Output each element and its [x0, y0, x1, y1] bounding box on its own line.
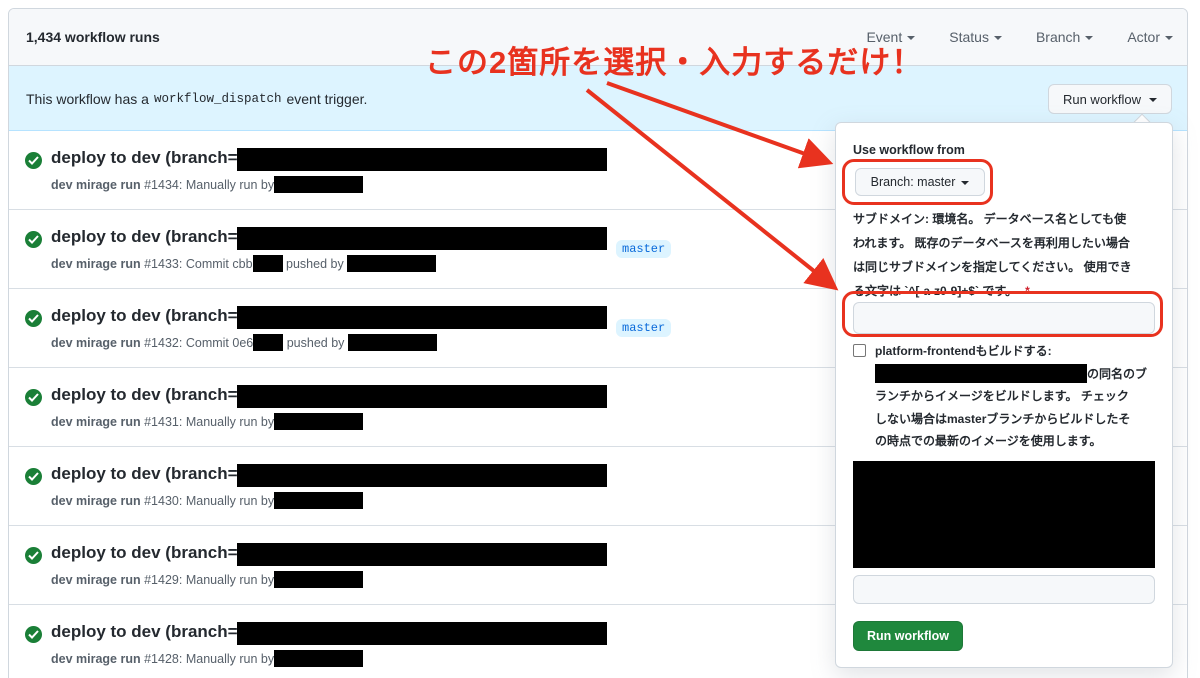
arrow-to-branch-icon — [606, 81, 834, 169]
annotation-arrows — [585, 81, 839, 291]
